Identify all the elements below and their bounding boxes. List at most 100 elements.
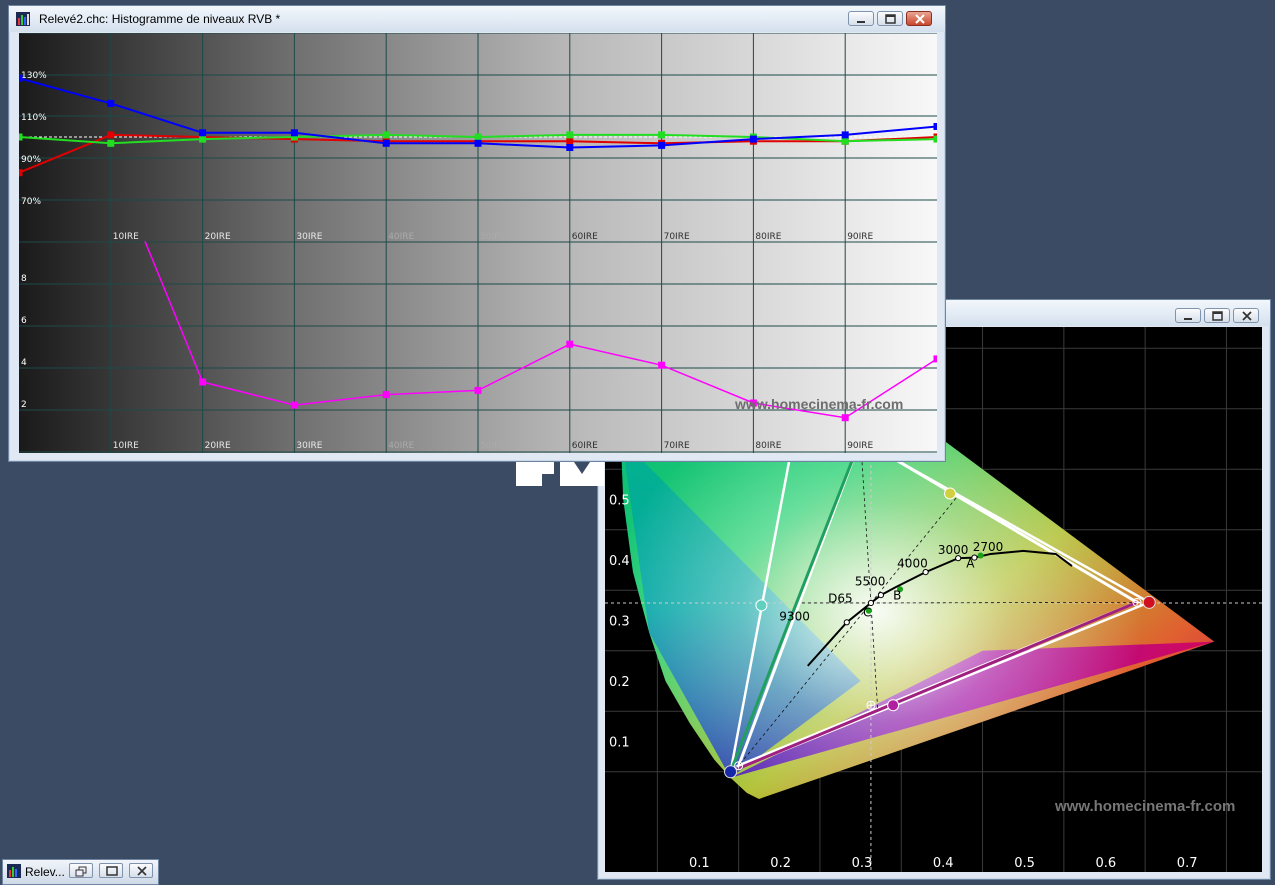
point-deltae [566,340,574,348]
minimized-window-tab[interactable]: Relev... [2,859,159,885]
logo-fragment [516,462,604,486]
point-blue [933,123,937,130]
deltae-y-tick-label: 6 [21,316,27,326]
deltae-x-tick-label: 60IRE [572,441,598,451]
minimize-icon [1184,318,1192,320]
rgb-x-tick-label: 80IRE [755,232,781,242]
cie-x-tick-label: 0.5 [1014,856,1035,871]
illuminant-label: A [966,556,975,570]
cct-label: 3000 [938,543,969,557]
close-button[interactable] [129,863,153,878]
rgb-x-tick-label: 50IRE [480,232,506,242]
point-green [19,133,23,141]
minimized-window-label: Relev... [25,865,65,879]
chart-app-icon [7,864,21,878]
cct-label: 9300 [779,610,810,624]
point-deltae [933,355,937,363]
point-green [658,131,666,139]
cie-watermark: www.homecinema-fr.com [1054,798,1235,815]
rgb-x-axis-labels: 10IRE 20IRE 30IRE 40IRE 50IRE 60IRE 70IRE 80IRE… [113,232,874,242]
cie-y-tick-label: 0.3 [609,615,630,630]
histogram-close-button[interactable] [906,11,932,26]
point-blue [658,141,666,149]
point-blue [474,139,482,147]
restore-button[interactable] [69,863,93,878]
cct-label: 5500 [855,574,886,588]
cie-y-tick-label: 0.1 [609,736,630,751]
cct-marker [877,591,885,599]
rgb-y-tick-label: 110% [21,113,47,123]
point-red [566,137,574,145]
point-deltae [658,361,666,369]
cie-minimize-button[interactable] [1175,308,1201,323]
point-deltae [382,391,390,399]
deltae-y-tick-label: 8 [21,274,27,284]
deltae-y-tick-label: 4 [21,358,27,368]
maximize-button[interactable] [99,863,123,878]
point-blue [841,131,849,139]
point-blue [566,144,574,151]
cct-marker [843,619,850,626]
illuminant-label: B [893,588,901,602]
close-icon [915,14,925,24]
histogram-plot-area: 130% 110% 90% 70% 8642 10IRE 20IRE 30IRE 40IRE… [19,33,937,453]
point-blue [107,99,115,107]
rgb-y-tick-label: 70% [21,197,41,207]
histogram-window-title: Relevé2.chc: Histogramme de niveaux RVB … [39,12,281,26]
point-green [199,135,207,143]
deltae-x-tick-label: 50IRE [480,441,506,451]
cie-x-tick-label: 0.7 [1177,856,1198,871]
cie-y-tick-label: 0.5 [609,494,630,509]
cie-x-tick-label: 0.1 [689,856,710,871]
cct-label: 4000 [897,556,928,570]
cie-x-tick-label: 0.2 [770,856,791,871]
close-icon [137,866,147,876]
point-deltae [290,401,298,409]
point-blue [199,129,207,137]
histogram-window[interactable]: Relevé2.chc: Histogramme de niveaux RVB … [8,5,946,462]
cie-x-tick-label: 0.3 [852,856,873,871]
rgb-x-tick-label: 70IRE [664,232,690,242]
deltae-x-axis-labels: 10IRE 20IRE 30IRE 40IRE 50IRE 60IRE 70IRE 80IRE… [113,441,874,451]
close-icon [1242,311,1252,321]
measured-secondary-point [944,487,957,500]
histogram-minimize-button[interactable] [848,11,874,26]
deltae-y-tick-label: 2 [21,400,27,410]
rgb-x-tick-label: 90IRE [847,232,873,242]
point-green [382,131,390,139]
point-blue [382,139,390,147]
chart-app-icon [16,12,30,26]
rgb-x-tick-label: 40IRE [388,232,414,242]
cie-close-button[interactable] [1233,308,1259,323]
point-blue [290,129,298,137]
deltae-x-tick-label: 80IRE [755,441,781,451]
histogram-maximize-button[interactable] [877,11,903,26]
point-green [474,133,482,141]
restore-icon [75,866,87,877]
deltae-x-tick-label: 30IRE [296,441,322,451]
cct-marker [922,569,929,576]
maximize-icon [106,866,118,876]
rgb-x-tick-label: 20IRE [205,232,231,242]
cie-y-tick-label: 0.2 [609,675,630,690]
cie-maximize-button[interactable] [1204,308,1230,323]
cie-x-tick-label: 0.4 [933,856,954,871]
measured-secondary-point [887,699,900,712]
measured-secondary-point [755,599,768,612]
point-blue [19,74,23,82]
cct-label: 2700 [973,540,1004,554]
point-red [19,169,23,177]
measured-primary-point [1142,595,1156,609]
point-red [107,131,115,139]
rgb-x-tick-label: 10IRE [113,232,139,242]
histogram-watermark: www.homecinema-fr.com [734,396,903,412]
rgb-x-tick-label: 30IRE [296,232,322,242]
point-green [107,139,115,147]
deltae-x-tick-label: 10IRE [113,441,139,451]
cct-label: D65 [828,591,853,605]
point-green [841,137,849,145]
point-green [933,135,937,143]
deltae-x-tick-label: 70IRE [664,441,690,451]
point-deltae [474,386,482,394]
rgb-y-tick-label: 90% [21,155,41,165]
